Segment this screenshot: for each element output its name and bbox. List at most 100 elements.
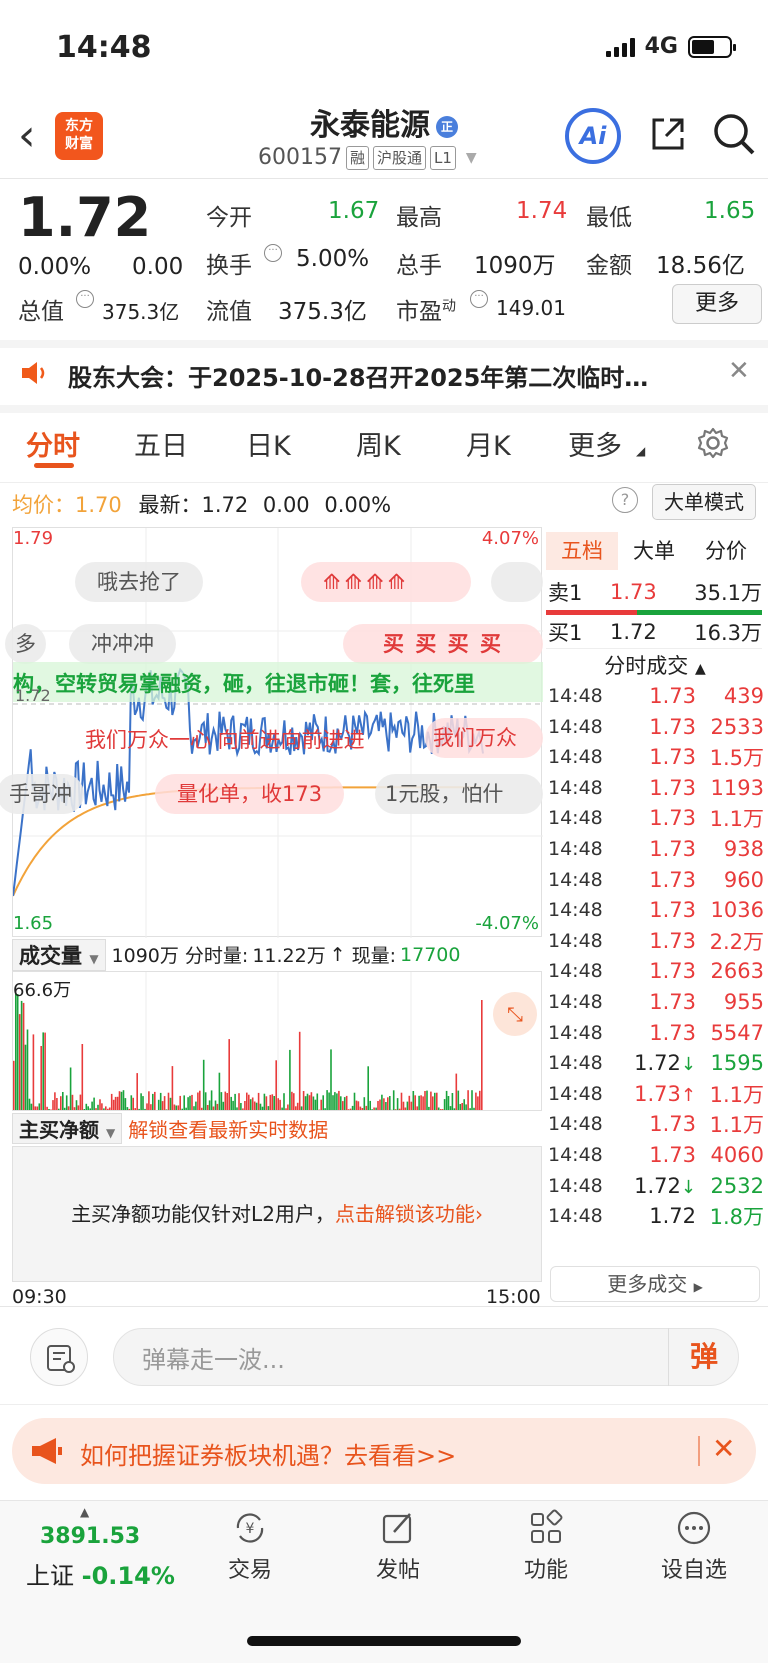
- volume-chart[interactable]: 66.6万 ⤡: [12, 972, 542, 1110]
- stock-code-row[interactable]: 600157 融 沪股通 L1 ▼: [258, 145, 477, 170]
- expand-icon[interactable]: ⤡: [493, 992, 537, 1036]
- notice-text[interactable]: 股东大会：于2025-10-28召开2025年第二次临时…: [68, 358, 698, 393]
- danmu-bubble[interactable]: 冲冲冲: [69, 624, 176, 664]
- edit-icon: [382, 1513, 412, 1544]
- volume-bar: [13, 1060, 15, 1110]
- info-dot-icon[interactable]: ···: [76, 290, 94, 308]
- unlock-feature-link[interactable]: 点击解锁该功能: [335, 1202, 475, 1226]
- danmu-send-button[interactable]: 弹: [668, 1328, 739, 1386]
- nav-functions[interactable]: 功能: [496, 1508, 596, 1584]
- stock-code: 600157: [258, 145, 342, 170]
- nav-add-watchlist[interactable]: 设自选: [644, 1508, 744, 1584]
- danmu-bubble[interactable]: [491, 562, 543, 602]
- time-start-label: 09:30: [12, 1286, 67, 1308]
- volume-bar: [140, 1093, 142, 1110]
- signal-icon: [605, 37, 635, 57]
- high-label: 最高: [396, 205, 442, 231]
- volume-bar: [273, 1096, 275, 1110]
- volume-bar: [434, 1092, 436, 1110]
- danmu-bubble[interactable]: 我们万众: [425, 718, 543, 758]
- volume-bar: [208, 1100, 211, 1110]
- tab-intraday[interactable]: 分时: [26, 424, 80, 463]
- danmu-bubble[interactable]: 买 买 买 买: [343, 624, 543, 664]
- volume-bar: [79, 1094, 82, 1110]
- gear-icon[interactable]: [696, 426, 730, 460]
- index-value[interactable]: 3891.53: [40, 1524, 140, 1549]
- close-icon[interactable]: ✕: [728, 356, 750, 386]
- tab-more[interactable]: 更多: [568, 424, 622, 463]
- tab-monthly-k[interactable]: 月K: [466, 424, 511, 463]
- share-icon[interactable]: [648, 114, 688, 154]
- volume-bar: [197, 1092, 199, 1110]
- tick-row: 14:48 1.73 5547: [548, 1020, 764, 1045]
- danmu-bubble[interactable]: 量化单，收173: [155, 774, 345, 814]
- danmu-bubble[interactable]: ⟰⟰⟰⟰: [301, 562, 471, 602]
- quote-more-button[interactable]: 更多: [672, 284, 762, 324]
- volume-bar: [152, 1093, 154, 1110]
- comment-list-icon[interactable]: [30, 1328, 88, 1386]
- volume-bar: [426, 1090, 428, 1110]
- tag-level: L1: [430, 145, 456, 170]
- volume-bar: [443, 1099, 446, 1110]
- divider: [0, 178, 768, 179]
- tab-five-levels[interactable]: 五档: [546, 532, 618, 570]
- ai-button[interactable]: Ai: [565, 108, 621, 164]
- unlock-link[interactable]: 解锁查看最新实时数据: [128, 1114, 328, 1143]
- big-order-mode-button[interactable]: 大单模式: [652, 484, 756, 520]
- volume-bar: [24, 1044, 27, 1110]
- net-buy-selector[interactable]: 主买净额 ▼: [12, 1113, 123, 1144]
- volume-bar: [414, 1095, 416, 1110]
- volume-bar: [244, 1101, 246, 1110]
- volume-bar: [16, 994, 19, 1110]
- volume-bar: [179, 1095, 181, 1110]
- volume-bar: [477, 1096, 479, 1110]
- info-dot-icon[interactable]: ···: [264, 244, 282, 262]
- nav-trade[interactable]: ¥ 交易: [200, 1508, 300, 1584]
- volume-bar: [69, 1067, 72, 1110]
- search-icon[interactable]: [712, 112, 756, 156]
- volume-bar: [232, 1100, 234, 1110]
- nav-post[interactable]: 发帖: [348, 1508, 448, 1584]
- info-dot-icon[interactable]: ···: [470, 290, 488, 308]
- close-icon[interactable]: ✕: [712, 1432, 735, 1465]
- tab-daily-k[interactable]: 日K: [246, 424, 291, 463]
- volume-bar: [189, 1095, 191, 1110]
- volume-bar: [396, 1098, 399, 1110]
- volume-total: 1090万: [111, 945, 179, 967]
- status-indicators: 4G: [605, 34, 736, 59]
- megaphone-icon: [32, 1438, 62, 1464]
- intraday-chart[interactable]: 1.79 4.07% 1.65 -4.07% 哦去抢了 ⟰⟰⟰⟰ 多 冲冲冲 买…: [0, 527, 543, 938]
- volume-bar: [81, 1044, 84, 1110]
- danmu-bubble[interactable]: 手哥冲: [0, 774, 84, 814]
- tab-five-day[interactable]: 五日: [134, 424, 188, 463]
- volume-bar: [116, 1096, 119, 1110]
- volume-bar: [159, 1092, 162, 1110]
- tab-big-orders[interactable]: 大单: [618, 532, 690, 570]
- tab-weekly-k[interactable]: 周K: [356, 424, 401, 463]
- volume-bar: [461, 1103, 463, 1110]
- danmu-bubble[interactable]: 多: [5, 624, 46, 664]
- danmu-text[interactable]: 构，空转贸易掌融资，砸，往退市砸！套，往死里: [13, 668, 475, 698]
- home-indicator[interactable]: [247, 1636, 521, 1646]
- volume-bar: [38, 1103, 41, 1110]
- tab-price-dist[interactable]: 分价: [690, 532, 762, 570]
- volume-bar: [222, 1101, 225, 1110]
- volume-bar: [26, 1029, 29, 1110]
- tick-row: 14:48 1.73 1193: [548, 775, 764, 800]
- ticks-title[interactable]: 分时成交 ▲: [548, 650, 762, 680]
- more-ticks-button[interactable]: 更多成交 ▶: [550, 1266, 760, 1302]
- volume-bar: [412, 1091, 415, 1110]
- promo-text[interactable]: 如何把握证券板块机遇？去看看>>: [80, 1436, 456, 1471]
- volume-bar: [436, 1092, 438, 1110]
- volume-bar: [308, 1095, 311, 1110]
- volume-bar: [392, 1090, 395, 1110]
- network-type: 4G: [644, 34, 678, 59]
- chevron-down-icon[interactable]: ▼: [466, 150, 477, 166]
- danmu-bubble[interactable]: 哦去抢了: [75, 562, 203, 602]
- avg-price-row: 均价：1.70 最新：1.72 0.00 0.00%: [12, 493, 392, 517]
- volume-selector[interactable]: 成交量 ▼: [12, 938, 106, 971]
- danmu-bubble[interactable]: 1元股，怕什: [375, 774, 543, 814]
- index-name[interactable]: 上证 -0.14%: [26, 1556, 175, 1591]
- help-icon[interactable]: ?: [612, 487, 638, 513]
- danmu-text[interactable]: 我们万众一心 向前进向前进进: [85, 724, 365, 754]
